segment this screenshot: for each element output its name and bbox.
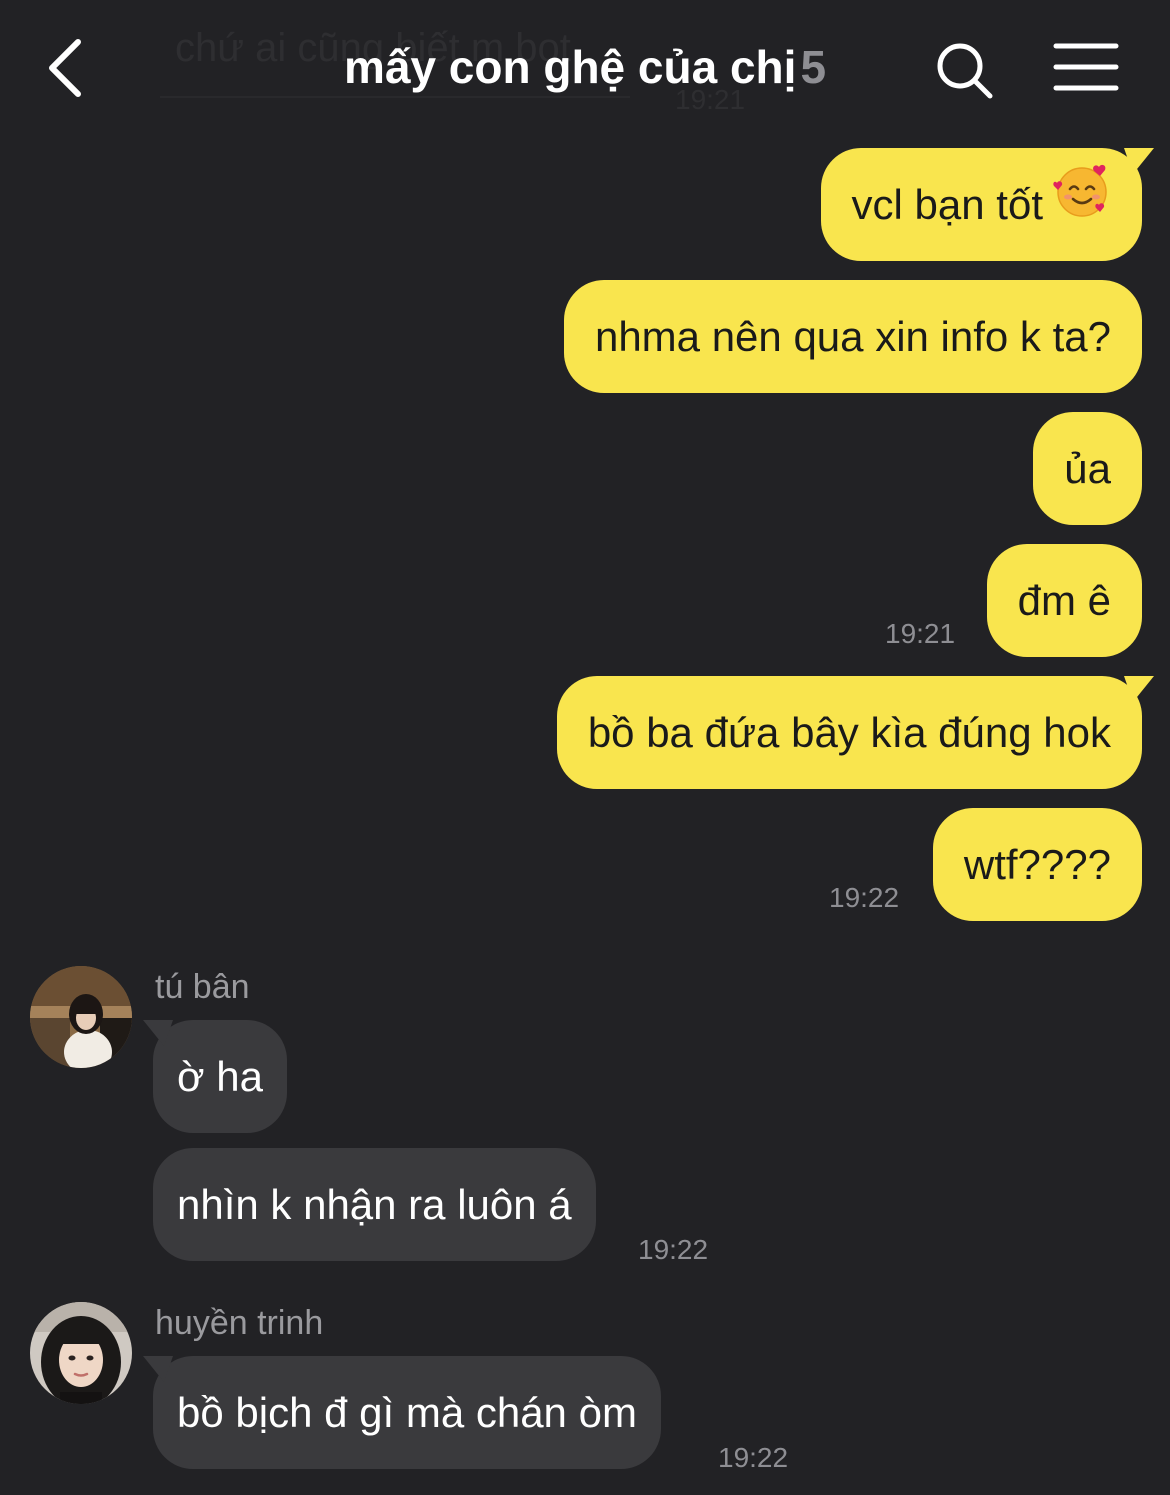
search-icon (937, 43, 993, 99)
message-text: ờ ha (177, 1053, 263, 1100)
profile-photo-huyen-trinh (30, 1302, 132, 1404)
message-timestamp: 19:22 (718, 1442, 789, 1473)
incoming-message[interactable]: nhìn k nhận ra luôn á (153, 1148, 596, 1261)
message-text: bồ bịch đ gì mà chán òm (177, 1389, 637, 1436)
menu-button[interactable] (1050, 36, 1122, 100)
message-text: ủa (1064, 445, 1111, 492)
outgoing-message[interactable]: vcl bạn tốt (820, 148, 1142, 261)
outgoing-message[interactable]: wtf???? (932, 808, 1142, 921)
message-timestamp: 19:22 (638, 1234, 709, 1265)
ghost-divider (160, 96, 630, 98)
incoming-message[interactable]: bồ bịch đ gì mà chán òm (153, 1356, 661, 1469)
message-text: đm ê (1017, 577, 1111, 624)
outgoing-message[interactable]: đm ê (986, 544, 1142, 657)
message-text: bồ ba đứa bây kìa đúng hok (587, 709, 1111, 756)
outgoing-message[interactable]: ủa (1033, 412, 1142, 525)
scrolled-message-ghost: chứ ai cũng biết m bot (175, 26, 571, 70)
member-count: 5 (800, 41, 827, 93)
back-button[interactable] (30, 28, 100, 108)
smiling-face-with-hearts-icon (1053, 148, 1111, 261)
message-text: nhìn k nhận ra luôn á (177, 1181, 572, 1228)
sender-name: tú bân (155, 968, 250, 1006)
outgoing-message[interactable]: bồ ba đứa bây kìa đúng hok (556, 676, 1142, 789)
chevron-left-icon (49, 39, 81, 97)
scrolled-message-ghost-time: 19:21 (675, 84, 746, 115)
incoming-message[interactable]: ờ ha (153, 1020, 287, 1133)
avatar[interactable] (30, 1302, 132, 1404)
message-timestamp: 19:21 (885, 618, 956, 649)
avatar[interactable] (30, 966, 132, 1068)
message-text: vcl bạn tốt (851, 181, 1043, 228)
message-text: nhma nên qua xin info k ta? (594, 313, 1111, 360)
chat-screen: chứ ai cũng biết m bot 19:21 mấy con ghệ… (0, 0, 1170, 1495)
profile-photo-tu-ban (30, 966, 132, 1068)
message-text: wtf???? (963, 841, 1111, 888)
chat-header: chứ ai cũng biết m bot 19:21 mấy con ghệ… (0, 0, 1170, 140)
search-button[interactable] (928, 34, 1000, 106)
hamburger-menu-icon (1053, 43, 1119, 91)
sender-name: huyền trinh (155, 1304, 324, 1342)
message-timestamp: 19:22 (829, 882, 900, 913)
outgoing-message[interactable]: nhma nên qua xin info k ta? (563, 280, 1142, 393)
